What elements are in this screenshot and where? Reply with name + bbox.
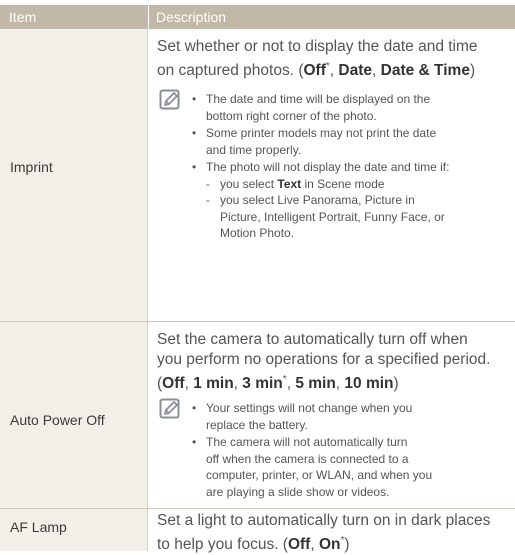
desc-line: Set the camera to automatically turn off…	[157, 331, 468, 348]
sub-item: - you select Text in Scene mode	[206, 176, 510, 193]
option-5-min: 5 min	[295, 375, 336, 393]
description-af-lamp: Set a light to automatically turn on in …	[157, 511, 509, 555]
desc-line: (Off, 1 min, 3 min*, 5 min, 10 min)	[157, 370, 509, 394]
sub-item: - you select Live Panorama, Picture in Pic…	[206, 192, 510, 242]
bullet-text: Some printer models may not print the da…	[206, 126, 437, 140]
desc-line: you perform no operations for a specifie…	[157, 351, 491, 368]
desc-text: on captured photos. (	[157, 62, 304, 80]
bullet-text: Your settings will not change when you	[206, 401, 413, 415]
bullet-text: The date and time will be displayed on t…	[206, 92, 431, 106]
note-pencil-icon	[159, 398, 180, 419]
list-item: • The date and time will be displayed on …	[192, 91, 510, 124]
item-cell: Imprint	[0, 29, 148, 321]
option-10-min: 10 min	[344, 375, 394, 393]
item-label-imprint: Imprint	[10, 159, 53, 175]
note-pencil-icon	[159, 89, 180, 110]
separator: ,	[372, 62, 381, 80]
dash-icon: -	[206, 193, 210, 207]
bullet-text: computer, printer, or WLAN, and when you	[206, 468, 433, 482]
bullet-icon: •	[192, 92, 197, 106]
option-text: Text	[277, 176, 302, 191]
bullet-text: The camera will not automatically turn	[206, 435, 408, 449]
table-header: Item Description	[0, 5, 515, 29]
sub-text: you select Text in Scene mode	[220, 177, 385, 191]
description-imprint: Set whether or not to display the date a…	[157, 37, 509, 81]
bullet-icon: •	[192, 435, 197, 449]
item-label-af-lamp: AF Lamp	[10, 519, 67, 535]
bullet-text: and time properly.	[206, 142, 302, 157]
bullet-text: The photo will not display the date and …	[206, 160, 450, 174]
sub-text: Motion Photo.	[220, 226, 295, 240]
row-af-lamp: AF Lamp Set a light to automatically tur…	[0, 509, 515, 553]
row-imprint: Imprint Set whether or not to display th…	[0, 29, 515, 321]
item-cell: Auto Power Off	[0, 322, 148, 508]
list-item: • Some printer models may not print the d…	[192, 125, 510, 158]
separator: ,	[233, 375, 243, 393]
sub-text-part: you select	[220, 176, 278, 191]
header-description: Description	[156, 9, 227, 25]
bullet-text: are playing a slide show or videos.	[206, 484, 390, 499]
close-paren: )	[469, 62, 476, 80]
desc-line: on captured photos. (Off*, Date, Date & …	[157, 57, 509, 81]
bullet-text: replace the battery.	[206, 417, 308, 432]
option-off: Off	[303, 62, 326, 80]
list-item: • Your settings will not change when you r…	[192, 400, 510, 433]
dash-icon: -	[206, 176, 210, 191]
sub-text: Picture, Intelligent Portrait, Funny Fac…	[220, 209, 445, 224]
option-1-min: 1 min	[193, 375, 234, 393]
list-item: • The camera will not automatically turn o…	[192, 434, 510, 500]
option-off: Off	[162, 375, 185, 393]
bullet-text: bottom right corner of the photo.	[206, 108, 377, 123]
separator: ,	[184, 375, 194, 393]
note-bullets: • Your settings will not change when you r…	[192, 400, 510, 501]
bullet-icon: •	[192, 126, 197, 140]
item-cell: AF Lamp	[0, 509, 148, 551]
bullet-icon: •	[192, 160, 197, 174]
option-date-time: Date & Time	[380, 62, 470, 80]
note-bullets: • The date and time will be displayed on …	[192, 91, 510, 243]
desc-line: Set a light to automatically turn on in …	[157, 512, 491, 529]
header-item: Item	[9, 9, 37, 25]
sub-text: you select Live Panorama, Picture in	[220, 193, 415, 207]
item-label-auto-power-off: Auto Power Off	[10, 412, 105, 428]
close-paren: )	[393, 375, 399, 393]
desc-line: to help you focus. (Off, On*)	[157, 531, 509, 555]
header-divider	[148, 5, 149, 29]
bullet-text: off when the camera is connected to a	[206, 451, 409, 466]
bullet-icon: •	[192, 401, 197, 415]
sub-text-part: in Scene mode	[301, 176, 385, 191]
desc-line: Set whether or not to display the date a…	[157, 38, 478, 55]
row-auto-power-off: Auto Power Off Set the camera to automat…	[0, 322, 515, 508]
option-3-min: 3 min	[242, 375, 283, 393]
option-date: Date	[338, 62, 373, 80]
description-auto-power-off: Set the camera to automatically turn off…	[157, 330, 509, 394]
list-item: • The photo will not display the date and…	[192, 159, 510, 242]
